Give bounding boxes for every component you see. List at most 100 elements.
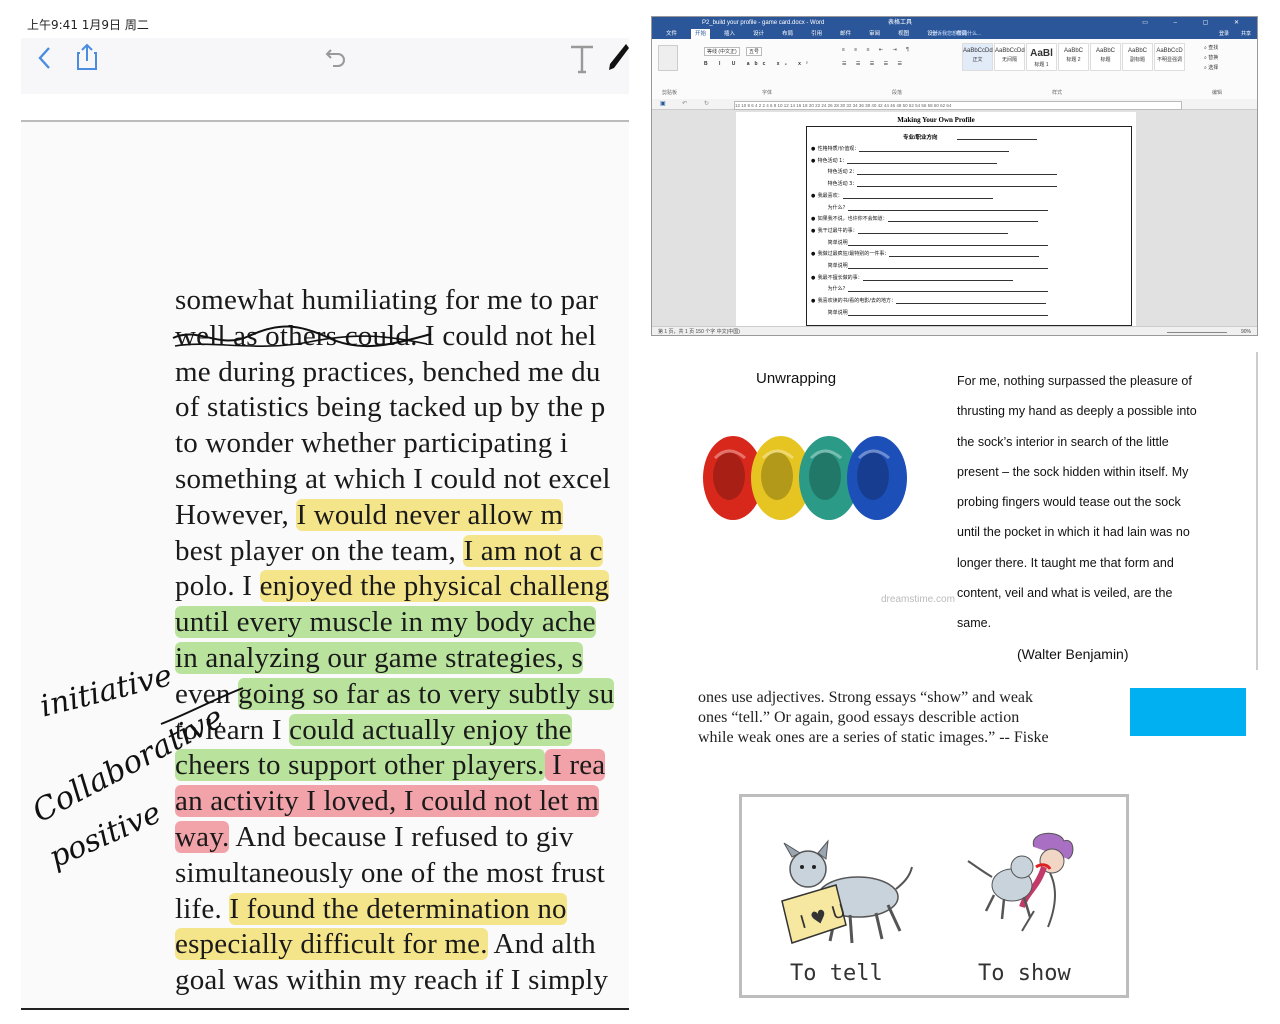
style-option[interactable]: AaBbCcDd 正文 [962, 43, 993, 71]
style-name: 正文 [972, 57, 983, 63]
profile-row[interactable]: ● 我做过最疯狂/最特别的一件事： [811, 250, 1040, 258]
share-button[interactable]: 共享 [1241, 30, 1251, 37]
style-sample: AaBbC [1095, 48, 1115, 54]
book-line: polo. I enjoyed the physical challeng [175, 569, 610, 603]
row-label: 我最不擅长做的事： [816, 274, 863, 281]
ribbon-tab[interactable]: 文件 [662, 29, 681, 39]
reader-toolbar [21, 38, 629, 94]
window-controls[interactable]: ▭ – ▢ ✕ [1142, 17, 1251, 29]
rolled-socks-image [703, 436, 907, 520]
edit-action[interactable]: ⌕ 替换 [1204, 53, 1254, 63]
ribbon-tab[interactable]: 审阅 [865, 29, 884, 39]
ribbon-group-label: 剪贴板 [662, 90, 678, 96]
highlighted-text: an activity I loved, I could not let m [175, 785, 599, 818]
profile-row[interactable]: 为什么？ [821, 204, 1048, 211]
style-option[interactable]: AaBbC 标题 2 [1058, 43, 1089, 71]
text-span: simultaneously one of the most frust [175, 856, 606, 889]
rolled-sock [847, 436, 907, 520]
row-label: 特色活动 3： [826, 181, 858, 188]
profile-row[interactable]: ● 我喜欢读的书/看的电影/去的地方： [811, 297, 1046, 305]
paragraph-buttons[interactable]: ≡ ≡ ≡ ⇤ ⇥ ¶ [842, 47, 913, 53]
paste-icon[interactable] [658, 45, 678, 71]
word-window: P2_build your profile - game card.docx -… [651, 16, 1258, 336]
font-name-select[interactable]: 等线 (中文正) [704, 47, 740, 56]
book-line: simultaneously one of the most frust [175, 856, 605, 890]
row-label: 我干过最牛的事： [816, 227, 858, 234]
font-size-select[interactable]: 五号 [746, 47, 763, 56]
text-span: And alth [487, 928, 596, 961]
style-name: 标题 [1100, 57, 1111, 63]
share-icon[interactable] [76, 43, 98, 75]
fiske-slide: ones use adjectives. Strong essays “show… [651, 686, 1280, 1024]
book-line: cheers to support other players. I rea [175, 748, 606, 782]
answer-line [887, 216, 1038, 223]
style-option[interactable]: AaBbC 标题 [1090, 43, 1121, 71]
socks-photo: dreamstime.com [691, 398, 955, 605]
horizontal-ruler[interactable]: 12 10 8 6 4 2 2 4 6 8 10 12 14 16 18 20 … [734, 101, 1182, 110]
chevron-left-icon[interactable] [37, 46, 51, 74]
style-option[interactable]: AaBbCcDd 无间隔 [994, 43, 1025, 71]
book-line: in analyzing our game strategies, s [175, 641, 584, 675]
zoom-slider[interactable] [1167, 332, 1227, 333]
quote-text: For me, nothing surpassed the pleasure o… [957, 374, 1197, 631]
edit-action[interactable]: ⌕ 查找 [1204, 43, 1254, 53]
ribbon-tab[interactable]: 引用 [807, 29, 826, 39]
undo-icon[interactable]: ↶ [682, 100, 687, 107]
profile-row[interactable]: ● 性格特质/价值观： [811, 145, 1010, 152]
answer-line [847, 310, 1048, 316]
highlighted-text: I rea [544, 749, 606, 782]
profile-row[interactable]: 简单说明 [821, 262, 1048, 269]
caption-tell: To tell [790, 961, 883, 986]
style-name: 标题 1 [1034, 62, 1049, 68]
profile-row[interactable]: 特色活动 2： [821, 168, 1058, 176]
ribbon-tab[interactable]: 视图 [894, 29, 913, 39]
profile-row[interactable]: ● 我最喜欢： [811, 192, 993, 199]
row-label: 简单说明 [826, 263, 848, 269]
answer-line [895, 298, 1046, 305]
sock-fold [761, 452, 793, 500]
book-line: to wonder whether participating i [175, 426, 568, 460]
document-page: Making Your Own Profile 专业/职业方向 ● 性格特质/价… [736, 112, 1136, 326]
style-option[interactable]: AaBbCcD 不明显强调 [1154, 43, 1185, 71]
tell-me-box[interactable]: 告诉我您想要做什么... [932, 30, 981, 37]
profile-row[interactable]: ● 特色活动 1： [811, 157, 998, 164]
ribbon-tab[interactable]: 插入 [720, 29, 739, 39]
ribbon-tab[interactable]: 邮件 [836, 29, 855, 39]
profile-row[interactable]: 简单说明 [821, 239, 1048, 246]
answer-line [859, 146, 1010, 152]
zoom-level[interactable]: 90% [1241, 327, 1251, 335]
profile-row[interactable]: 特色活动 3： [821, 180, 1058, 188]
text-tool-icon[interactable] [569, 44, 595, 78]
ribbon-tab[interactable]: 设计 [749, 29, 768, 39]
profile-table: 专业/职业方向 ● 性格特质/价值观： ● 特色活动 1： 特色活动 2： 特色活… [806, 126, 1132, 326]
format-buttons[interactable]: B I U abc x₂ x² [704, 61, 813, 67]
ribbon-group-labels: 剪贴板 字体 段落 样式 编辑 [652, 89, 1257, 97]
row-label: 我最喜欢： [816, 192, 843, 199]
answer-line [857, 181, 1058, 188]
redo-icon[interactable]: ↻ [704, 100, 709, 107]
ribbon-tab[interactable]: 布局 [778, 29, 797, 39]
align-buttons[interactable]: ☰ ☰ ☰ ☰ ☰ [842, 61, 906, 67]
text-span: goal was within my reach if I simply [175, 964, 609, 997]
ribbon-tab[interactable]: 开始 [691, 29, 711, 39]
profile-row[interactable]: 为什么？ [821, 285, 1048, 293]
profile-row[interactable]: ● 我最不擅长做的事： [811, 274, 1013, 281]
profile-row[interactable]: ● 我干过最牛的事： [811, 227, 1008, 234]
signin-link[interactable]: 登录 [1219, 30, 1229, 37]
save-icon[interactable]: ▣ [660, 100, 666, 107]
answer-line [857, 228, 1008, 234]
doc-title: Making Your Own Profile [897, 116, 975, 124]
undo-icon[interactable] [325, 46, 347, 72]
profile-row[interactable]: ● 如果我不说，也许你不会知道： [811, 215, 1038, 223]
edit-action[interactable]: ⌕ 选择 [1204, 63, 1254, 73]
document-area: Making Your Own Profile 专业/职业方向 ● 性格特质/价… [652, 110, 1257, 326]
pen-icon[interactable] [606, 42, 629, 78]
style-option[interactable]: AaBl 标题 1 [1026, 43, 1057, 71]
highlighted-text: I am not a c [463, 534, 603, 567]
text-span: somewhat humiliating for me to par [175, 284, 599, 316]
ebook-reader: 上午9:41 1月9日 周二 somewhat humiliating for … [21, 16, 629, 1010]
slide-border [1256, 352, 1258, 670]
book-line: life. I found the determination no [175, 892, 567, 926]
style-option[interactable]: AaBbC 副标题 [1122, 43, 1153, 71]
profile-row[interactable]: 简单说明 [821, 309, 1048, 316]
